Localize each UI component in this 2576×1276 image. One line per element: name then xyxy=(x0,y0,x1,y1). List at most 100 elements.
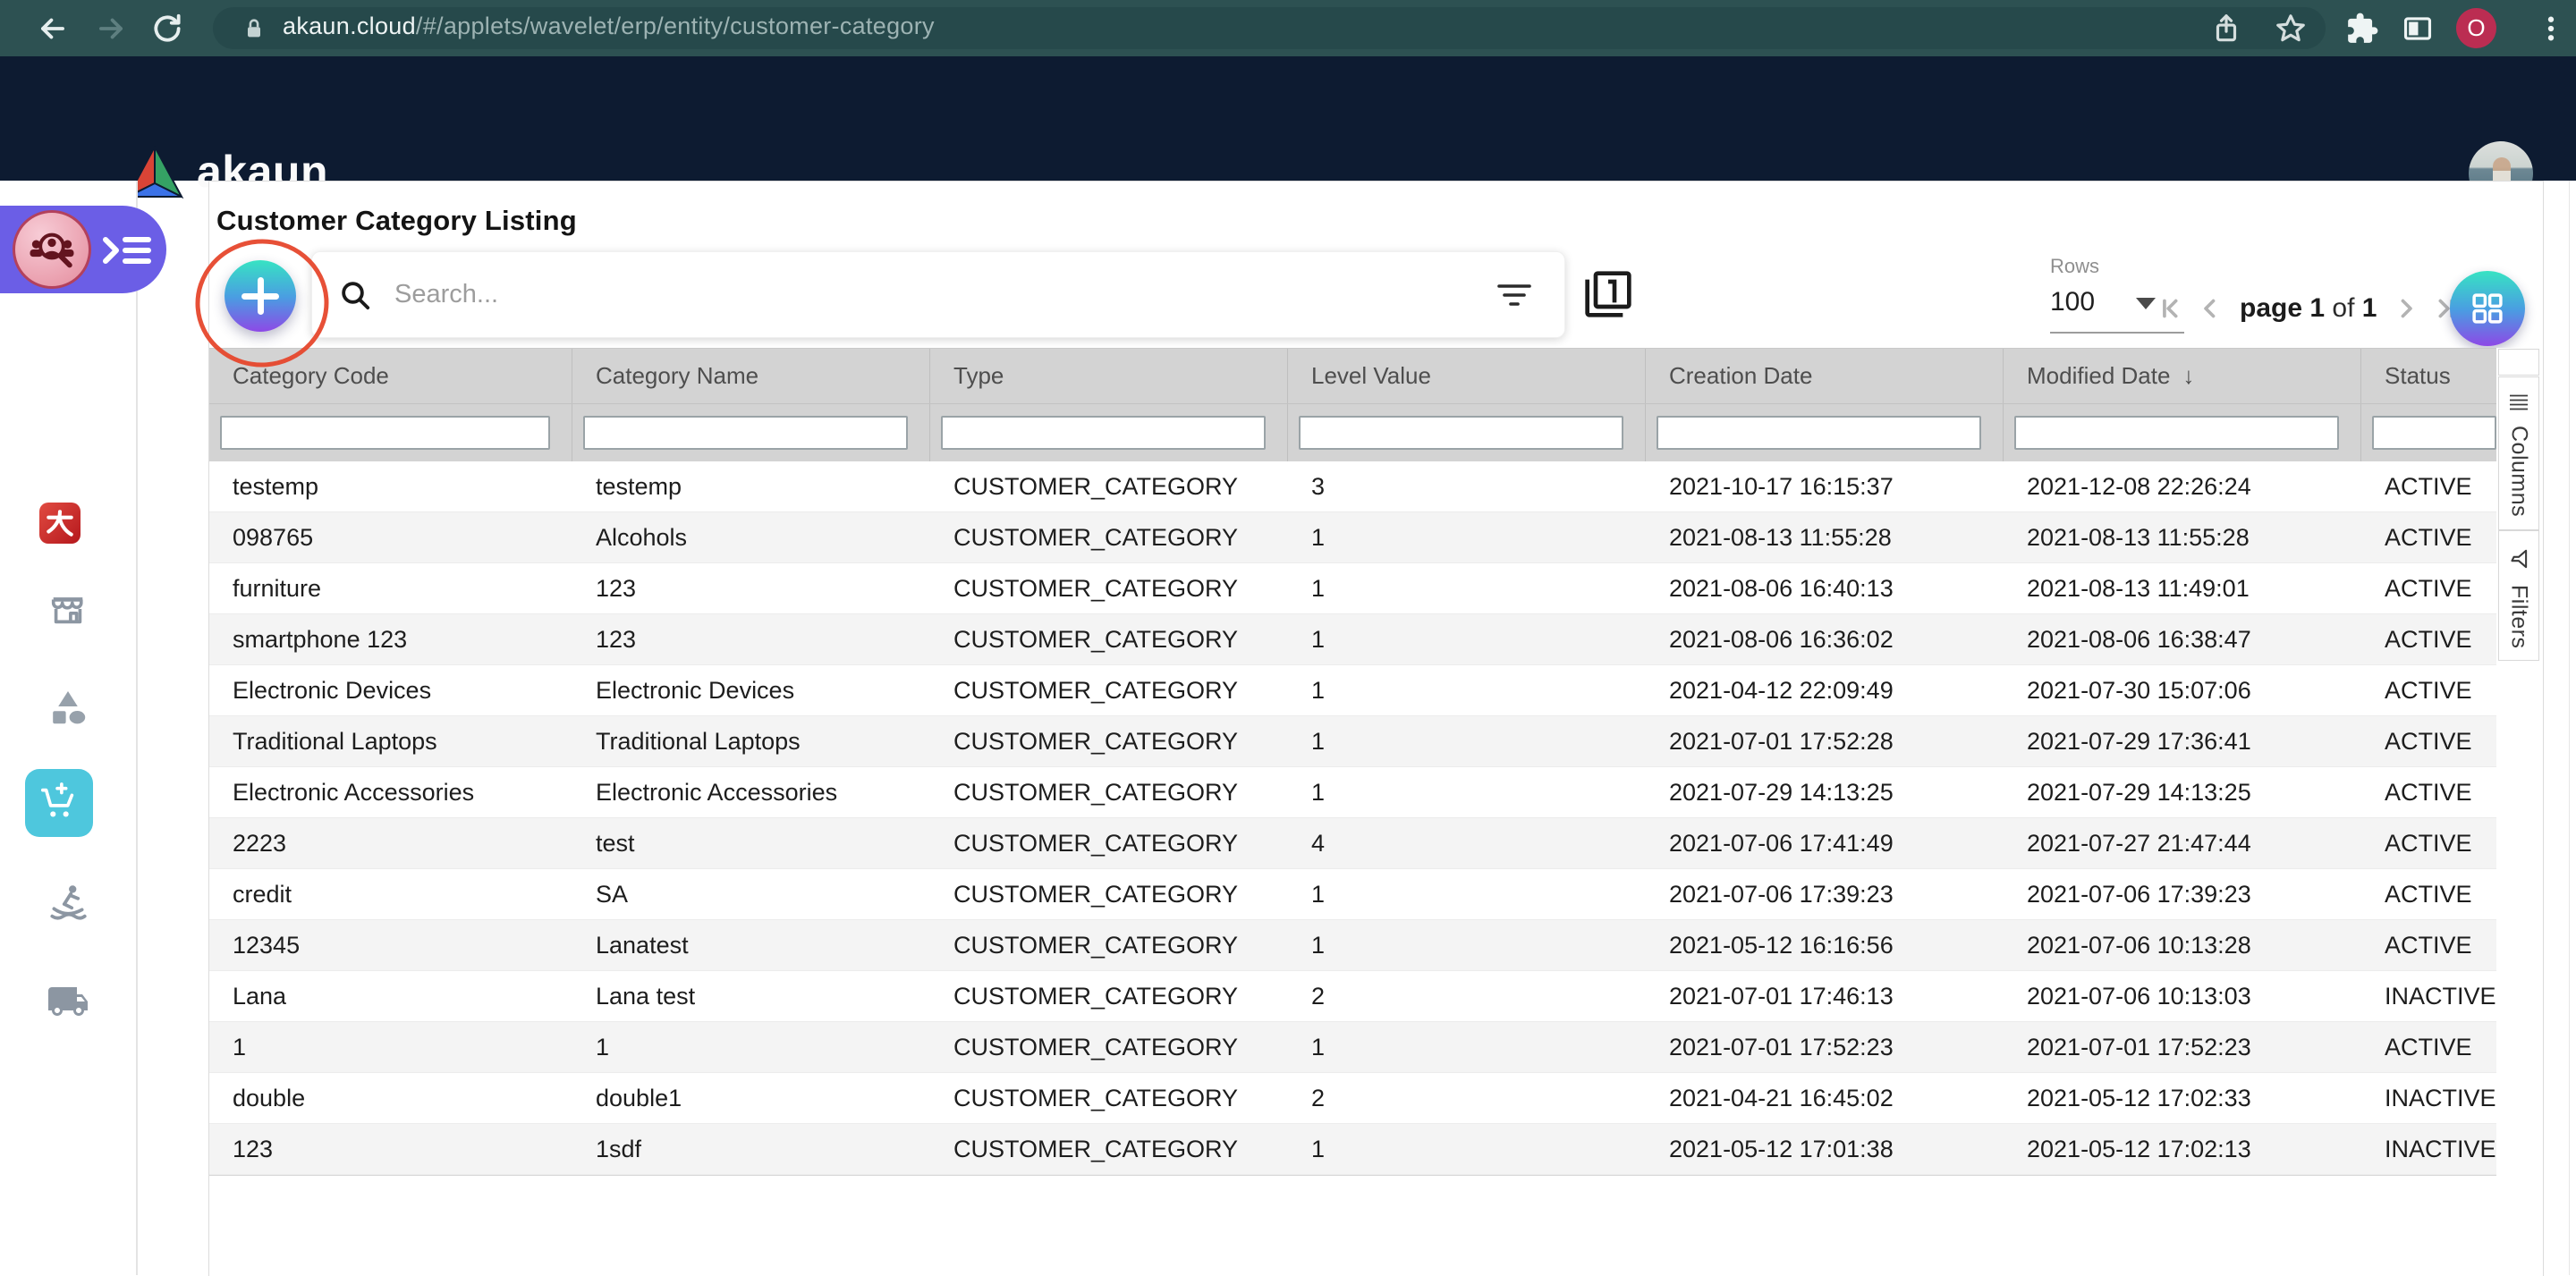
table-cell: INACTIVE xyxy=(2361,1124,2496,1174)
crm-module-badge[interactable] xyxy=(13,210,91,289)
browser-reload-icon[interactable] xyxy=(150,12,184,46)
sidebar-item-logistics[interactable] xyxy=(0,980,136,1023)
table-cell: 2021-08-13 11:49:01 xyxy=(2004,563,2361,613)
browser-profile-avatar[interactable]: O xyxy=(2456,8,2496,48)
table-cell: 2021-07-06 17:39:23 xyxy=(2004,869,2361,919)
table-cell: 123 xyxy=(572,563,930,613)
table-row[interactable]: 11CUSTOMER_CATEGORY12021-07-01 17:52:232… xyxy=(209,1022,2496,1073)
table-cell: ACTIVE xyxy=(2361,665,2496,715)
table-cell: 2021-07-01 17:52:23 xyxy=(1646,1022,2004,1072)
table-cell: 2021-04-12 22:09:49 xyxy=(1646,665,2004,715)
column-filter-input[interactable] xyxy=(1299,416,1623,450)
column-header[interactable]: Creation Date xyxy=(1646,349,2004,403)
active-module-pill[interactable] xyxy=(0,206,166,293)
browser-back-icon[interactable] xyxy=(36,12,70,46)
sidebar-item-category[interactable] xyxy=(0,687,136,730)
tab-columns[interactable]: Columns xyxy=(2498,376,2539,530)
table-cell: 1 xyxy=(1288,920,1646,970)
table-cell: 2021-07-06 10:13:03 xyxy=(2004,971,2361,1021)
table-row[interactable]: 098765AlcoholsCUSTOMER_CATEGORY12021-08-… xyxy=(209,512,2496,563)
table-row[interactable]: creditSACUSTOMER_CATEGORY12021-07-06 17:… xyxy=(209,869,2496,920)
menu-open-icon[interactable] xyxy=(100,232,154,268)
table-cell: CUSTOMER_CATEGORY xyxy=(930,512,1288,562)
table-row[interactable]: 1231sdfCUSTOMER_CATEGORY12021-05-12 17:0… xyxy=(209,1124,2496,1175)
table-cell: 1 xyxy=(1288,665,1646,715)
column-header[interactable]: Status xyxy=(2361,349,2496,403)
table-cell: 2 xyxy=(1288,971,1646,1021)
table-cell: 2021-10-17 16:15:37 xyxy=(1646,461,2004,511)
filter-list-icon[interactable] xyxy=(1496,280,1532,310)
bookmark-star-icon[interactable] xyxy=(2274,12,2308,46)
table-row[interactable]: smartphone 123123CUSTOMER_CATEGORY12021-… xyxy=(209,614,2496,665)
table-cell: 2021-07-01 17:52:23 xyxy=(2004,1022,2361,1072)
add-record-button[interactable] xyxy=(225,260,296,332)
column-header[interactable]: Category Code xyxy=(209,349,572,403)
column-filter-cell xyxy=(1288,404,1646,461)
column-filter-input[interactable] xyxy=(941,416,1266,450)
tab-filters[interactable]: Filters xyxy=(2498,530,2539,661)
table-cell: ACTIVE xyxy=(2361,716,2496,766)
table-cell: 2223 xyxy=(209,818,572,868)
table-row[interactable]: testemptestempCUSTOMER_CATEGORY32021-10-… xyxy=(209,461,2496,512)
sidebar-item-red-applet[interactable] xyxy=(39,503,80,544)
column-header-label: Category Name xyxy=(596,362,758,390)
table-cell: 2021-08-13 11:55:28 xyxy=(1646,512,2004,562)
table-cell: CUSTOMER_CATEGORY xyxy=(930,767,1288,817)
column-header-label: Modified Date xyxy=(2027,362,2170,390)
side-panel-icon[interactable] xyxy=(2401,12,2435,46)
column-header[interactable]: Level Value xyxy=(1288,349,1646,403)
table-cell: 1 xyxy=(1288,869,1646,919)
table-cell: 2021-07-29 14:13:25 xyxy=(1646,767,2004,817)
table-row[interactable]: 2223testCUSTOMER_CATEGORY42021-07-06 17:… xyxy=(209,818,2496,869)
share-icon[interactable] xyxy=(2209,12,2243,46)
table-cell: 1sdf xyxy=(572,1124,930,1174)
column-filter-input[interactable] xyxy=(2372,416,2496,450)
first-page-button[interactable] xyxy=(2156,293,2186,324)
column-filter-input[interactable] xyxy=(2014,416,2339,450)
table-row[interactable]: doubledouble1CUSTOMER_CATEGORY22021-04-2… xyxy=(209,1073,2496,1124)
table-cell: 2021-07-01 17:52:28 xyxy=(1646,716,2004,766)
table-cell: 2021-07-06 10:13:28 xyxy=(2004,920,2361,970)
browser-forward-icon[interactable] xyxy=(94,12,128,46)
table-cell: INACTIVE xyxy=(2361,1073,2496,1123)
funnel-icon xyxy=(2507,547,2530,570)
browser-menu-icon[interactable] xyxy=(2534,12,2568,46)
table-row[interactable]: 12345LanatestCUSTOMER_CATEGORY12021-05-1… xyxy=(209,920,2496,971)
column-header[interactable]: Type xyxy=(930,349,1288,403)
table-row[interactable]: LanaLana testCUSTOMER_CATEGORY22021-07-0… xyxy=(209,971,2496,1022)
search-input[interactable] xyxy=(393,279,1496,310)
table-cell: ACTIVE xyxy=(2361,767,2496,817)
table-cell: ACTIVE xyxy=(2361,512,2496,562)
grid-view-button[interactable] xyxy=(2450,271,2525,346)
column-filter-cell xyxy=(930,404,1288,461)
table-row[interactable]: Electronic AccessoriesElectronic Accesso… xyxy=(209,767,2496,818)
table-cell: test xyxy=(572,818,930,868)
filter-one-icon[interactable] xyxy=(1583,269,1633,319)
table-cell: 2021-08-06 16:38:47 xyxy=(2004,614,2361,664)
sidebar-item-shopping-active[interactable] xyxy=(25,769,93,837)
column-header[interactable]: Modified Date↓ xyxy=(2004,349,2361,403)
page-scrollbar[interactable] xyxy=(2569,181,2570,1275)
table-row[interactable]: furniture123CUSTOMER_CATEGORY12021-08-06… xyxy=(209,563,2496,614)
column-header-label: Status xyxy=(2385,362,2451,390)
grid-view-icon xyxy=(2469,290,2506,327)
column-filter-input[interactable] xyxy=(1657,416,1981,450)
page-title: Customer Category Listing xyxy=(216,205,577,237)
sidebar-item-watersports[interactable] xyxy=(0,880,136,925)
previous-page-button[interactable] xyxy=(2195,293,2225,324)
extensions-puzzle-icon[interactable] xyxy=(2345,12,2379,46)
table-row[interactable]: Electronic DevicesElectronic DevicesCUST… xyxy=(209,665,2496,716)
column-header-label: Level Value xyxy=(1311,362,1431,390)
url-host: akaun.cloud xyxy=(283,13,416,39)
table-cell: 2021-05-12 16:16:56 xyxy=(1646,920,2004,970)
table-cell: INACTIVE xyxy=(2361,971,2496,1021)
sidebar-item-storefront[interactable] xyxy=(0,588,136,630)
table-row[interactable]: Traditional LaptopsTraditional LaptopsCU… xyxy=(209,716,2496,767)
column-filter-input[interactable] xyxy=(220,416,550,450)
column-filter-input[interactable] xyxy=(583,416,908,450)
table-cell: CUSTOMER_CATEGORY xyxy=(930,461,1288,511)
table-cell: furniture xyxy=(209,563,572,613)
column-header[interactable]: Category Name xyxy=(572,349,930,403)
table-cell: Traditional Laptops xyxy=(572,716,930,766)
next-page-button[interactable] xyxy=(2391,293,2421,324)
